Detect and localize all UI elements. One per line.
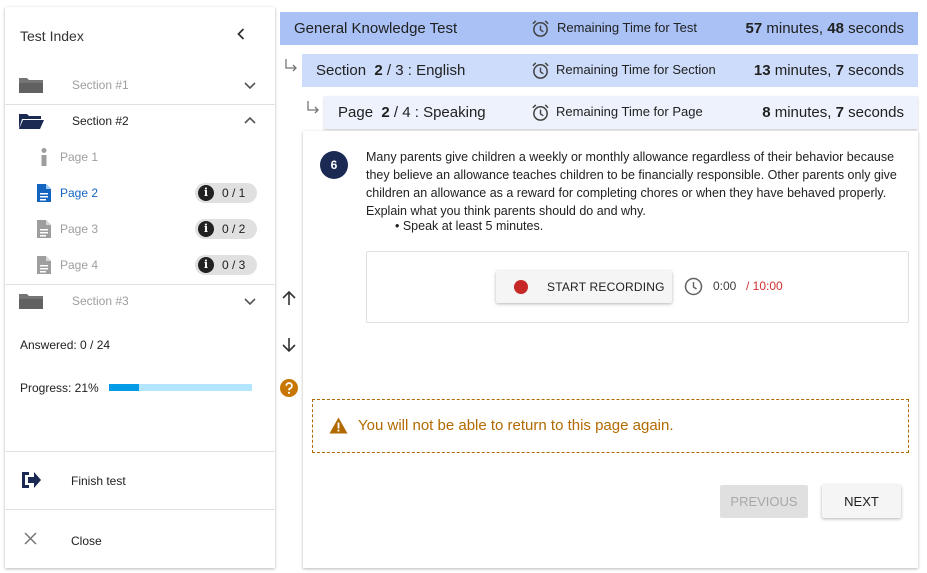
sidebar-page-2[interactable]: Page 2 i 0 / 1 bbox=[5, 175, 275, 211]
arrow-up-icon[interactable] bbox=[280, 289, 298, 307]
alarm-clock-icon bbox=[532, 20, 549, 37]
start-recording-button[interactable]: START RECORDING bbox=[496, 271, 672, 303]
badge-count: 0 / 2 bbox=[222, 222, 246, 236]
info-icon: i bbox=[198, 185, 214, 201]
progress-label: Progress: 21% bbox=[20, 381, 99, 395]
page-label: Page 4 bbox=[60, 258, 99, 272]
previous-button[interactable]: PREVIOUS bbox=[720, 485, 808, 518]
page-progress-badge: i 0 / 1 bbox=[195, 183, 257, 203]
record-icon bbox=[514, 280, 528, 294]
chevron-up-icon bbox=[244, 116, 256, 124]
section-label: Section #1 bbox=[72, 78, 129, 92]
page-info: Page 2 / 4 : Speaking bbox=[338, 104, 486, 121]
test-remaining-time: 57 minutes, 48 seconds bbox=[745, 20, 904, 37]
page-progress-badge: i 0 / 2 bbox=[195, 219, 257, 239]
recording-elapsed: 0:00 bbox=[713, 279, 737, 293]
test-timer-bar: General Knowledge Test Remaining Time fo… bbox=[280, 12, 918, 45]
chevron-left-icon[interactable] bbox=[233, 26, 249, 42]
question-text: Many parents give children a weekly or m… bbox=[366, 150, 897, 218]
test-index-panel: Test Index Section #1 Section #2 Page 1 bbox=[5, 7, 275, 568]
clock-icon bbox=[684, 277, 703, 296]
close-button[interactable]: Close bbox=[5, 510, 275, 568]
sidebar-page-3[interactable]: Page 3 i 0 / 2 bbox=[5, 211, 275, 247]
badge-count: 0 / 3 bbox=[222, 258, 246, 272]
warning-icon bbox=[329, 417, 348, 434]
finish-test-button[interactable]: Finish test bbox=[5, 452, 275, 509]
sidebar-page-1[interactable]: Page 1 bbox=[5, 139, 275, 175]
warning-text: You will not be able to return to this p… bbox=[358, 417, 674, 434]
next-button[interactable]: NEXT bbox=[822, 485, 901, 518]
page-timer-bar: Page 2 / 4 : Speaking Remaining Time for… bbox=[324, 96, 918, 129]
close-icon bbox=[24, 532, 37, 545]
sidebar-section-1[interactable]: Section #1 bbox=[5, 67, 275, 103]
page-time-label: Remaining Time for Page bbox=[556, 104, 703, 119]
alarm-clock-icon bbox=[532, 62, 549, 79]
subdirectory-arrow-icon bbox=[307, 101, 319, 114]
document-icon bbox=[37, 220, 51, 238]
document-icon bbox=[37, 184, 51, 202]
page-remaining-time: 8 minutes, 7 seconds bbox=[762, 104, 904, 121]
section-label: Section #2 bbox=[72, 114, 129, 128]
info-icon: i bbox=[198, 221, 214, 237]
chevron-down-icon bbox=[244, 298, 256, 306]
sign-out-icon bbox=[22, 472, 41, 488]
info-icon: i bbox=[198, 257, 214, 273]
folder-open-icon bbox=[19, 114, 44, 129]
section-label: Section #3 bbox=[72, 294, 129, 308]
page-label: Page 1 bbox=[60, 150, 99, 164]
close-label: Close bbox=[71, 534, 102, 548]
question-instruction: • Speak at least 5 minutes. bbox=[395, 219, 544, 233]
test-index-title: Test Index bbox=[20, 28, 84, 44]
section-info: Section 2 / 3 : English bbox=[316, 62, 466, 79]
question-number: 6 bbox=[320, 151, 348, 179]
chevron-down-icon bbox=[244, 82, 256, 90]
warning-banner: You will not be able to return to this p… bbox=[312, 399, 909, 453]
section-time-label: Remaining Time for Section bbox=[556, 62, 716, 77]
test-time-label: Remaining Time for Test bbox=[557, 20, 697, 35]
recording-panel: START RECORDING 0:00 / 10:00 bbox=[366, 251, 909, 323]
info-icon bbox=[41, 148, 47, 166]
alarm-clock-icon bbox=[532, 104, 549, 121]
folder-icon bbox=[19, 78, 43, 93]
page-progress-badge: i 0 / 3 bbox=[195, 255, 257, 275]
progress-bar-fill bbox=[109, 384, 140, 391]
sidebar-section-2[interactable]: Section #2 bbox=[5, 103, 275, 139]
section-remaining-time: 13 minutes, 7 seconds bbox=[753, 62, 904, 79]
question-panel: 6 Many parents give children a weekly or… bbox=[303, 131, 918, 568]
document-icon bbox=[37, 256, 51, 274]
section-timer-bar: Section 2 / 3 : English Remaining Time f… bbox=[302, 54, 918, 87]
page-label: Page 3 bbox=[60, 222, 99, 236]
arrow-down-icon[interactable] bbox=[280, 336, 298, 354]
help-icon[interactable] bbox=[280, 379, 298, 397]
folder-icon bbox=[19, 294, 43, 309]
test-name: General Knowledge Test bbox=[294, 20, 458, 37]
page-label: Page 2 bbox=[60, 186, 99, 200]
progress-bar bbox=[109, 384, 252, 391]
badge-count: 0 / 1 bbox=[222, 186, 246, 200]
finish-test-label: Finish test bbox=[71, 474, 126, 488]
subdirectory-arrow-icon bbox=[285, 59, 297, 72]
sidebar-page-4[interactable]: Page 4 i 0 / 3 bbox=[5, 247, 275, 283]
recording-limit: / 10:00 bbox=[746, 279, 783, 293]
start-recording-label: START RECORDING bbox=[547, 280, 665, 294]
answered-count: Answered: 0 / 24 bbox=[20, 338, 111, 352]
sidebar-section-3[interactable]: Section #3 bbox=[5, 283, 275, 319]
